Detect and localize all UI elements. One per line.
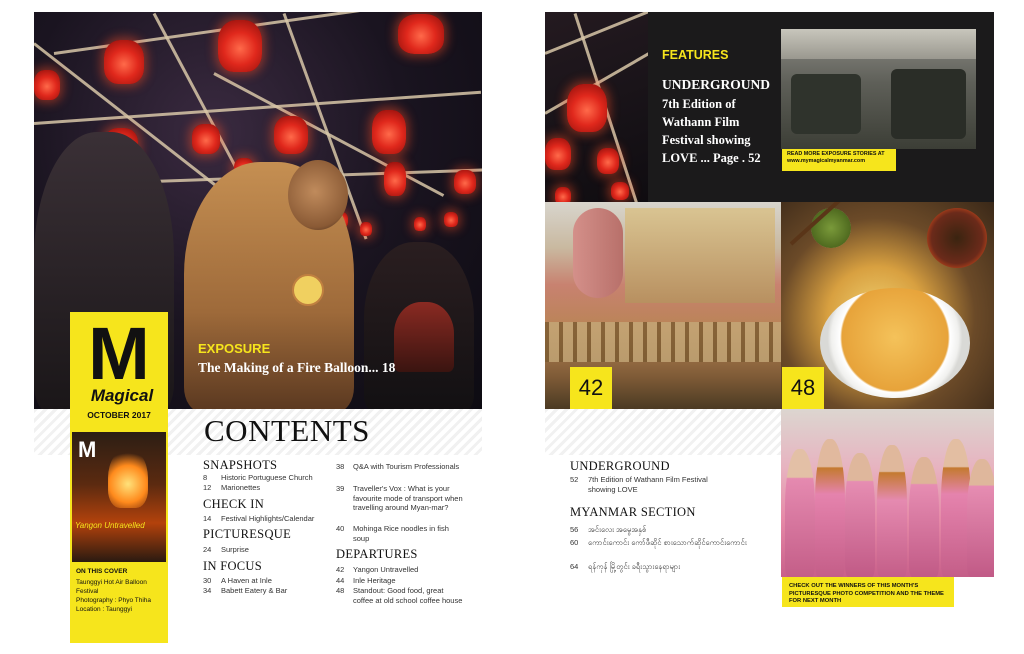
toc-page: 24 bbox=[203, 545, 212, 554]
toc-item[interactable]: ကောင်းကောင်း ကော်ဖီဆိုင် စားသောက်ဆိုင်ကေ… bbox=[588, 538, 748, 548]
section-departures[interactable]: DEPARTURES bbox=[336, 547, 418, 562]
toc-item[interactable]: A Haven at Inle bbox=[221, 576, 272, 586]
toc-page: 39 bbox=[336, 484, 345, 493]
features-label: FEATURES bbox=[662, 48, 729, 62]
on-this-cover-line: Location : Taunggyi bbox=[76, 606, 132, 613]
toc-page: 38 bbox=[336, 462, 345, 471]
section-snapshots[interactable]: SNAPSHOTS bbox=[203, 458, 277, 473]
page-number-badge: 48 bbox=[782, 367, 824, 409]
toc-item[interactable]: Standout: Good food, great coffee at old… bbox=[353, 586, 465, 605]
toc-item[interactable]: Festival Highlights/Calendar bbox=[221, 514, 314, 524]
on-this-cover-line: Photography : Phyo Thiha bbox=[76, 597, 152, 604]
features-line: LOVE ... Page . 52 bbox=[662, 151, 761, 165]
noodle-bowl bbox=[820, 288, 970, 398]
more-stories-text[interactable]: READ MORE EXPOSURE STORIES AT www.mymagi… bbox=[787, 151, 885, 165]
toc-item[interactable]: ရန်ကုန် မြို့တွင်း ခရီးသွားနေရာများ bbox=[588, 562, 748, 572]
toc-item[interactable]: အင်းလေး အမွေအနှစ် bbox=[588, 525, 748, 535]
toc-page: 44 bbox=[336, 576, 345, 585]
winners-note[interactable]: CHECK OUT THE WINNERS OF THIS MONTH'S PI… bbox=[789, 583, 954, 606]
toc-page: 56 bbox=[570, 525, 579, 534]
toc-page: 34 bbox=[203, 586, 212, 595]
toc-item[interactable]: Babett Eatery & Bar bbox=[221, 586, 287, 596]
toc-page: 48 bbox=[336, 586, 345, 595]
logo-letter: M bbox=[88, 312, 150, 395]
exposure-title: The Making of a Fire Balloon... 18 bbox=[198, 360, 396, 375]
page-number-badge: 42 bbox=[570, 367, 612, 409]
on-this-cover-title: ON THIS COVER bbox=[76, 568, 128, 575]
film-festival-photo[interactable] bbox=[781, 29, 976, 149]
toc-item[interactable]: Surprise bbox=[221, 545, 249, 555]
more-stories-line: READ MORE EXPOSURE STORIES AT bbox=[787, 151, 885, 157]
section-underground[interactable]: UNDERGROUND bbox=[570, 459, 670, 474]
toc-item[interactable]: Marionettes bbox=[221, 483, 260, 493]
features-line: Wathann Film bbox=[662, 115, 740, 129]
toc-page: 8 bbox=[203, 473, 208, 482]
section-picturesque[interactable]: PICTURESQUE bbox=[203, 527, 291, 542]
cover-thumb-label: Yangon Untravelled bbox=[75, 521, 145, 530]
flame-graphic bbox=[108, 448, 148, 508]
features-line: Festival showing bbox=[662, 133, 751, 147]
magazine-logo: M Magical OCTOBER 2017 bbox=[70, 312, 168, 428]
lanterns-photo bbox=[545, 12, 648, 202]
toc-page: 42 bbox=[336, 565, 345, 574]
on-this-cover-line: Taunggyi Hot Air Balloon bbox=[76, 579, 147, 586]
features-description: 7th Edition of Wathann Film Festival sho… bbox=[662, 95, 782, 167]
toc-item[interactable]: Historic Portuguese Church bbox=[221, 473, 313, 483]
exposure-label: EXPOSURE bbox=[198, 341, 271, 356]
toc-page: 40 bbox=[336, 524, 345, 533]
toc-page: 52 bbox=[570, 475, 579, 484]
features-line: 7th Edition of bbox=[662, 97, 736, 111]
novice-nuns-photo[interactable] bbox=[781, 409, 994, 577]
section-in-focus[interactable]: IN FOCUS bbox=[203, 559, 262, 574]
features-heading[interactable]: UNDERGROUND bbox=[662, 77, 770, 93]
logo-wordmark: Magical bbox=[90, 386, 154, 405]
toc-page: 30 bbox=[203, 576, 212, 585]
toc-item[interactable]: Inle Heritage bbox=[353, 576, 396, 586]
toc-page: 14 bbox=[203, 514, 212, 523]
issue-date: OCTOBER 2017 bbox=[87, 410, 151, 420]
more-stories-url[interactable]: www.mymagicalmyanmar.com bbox=[787, 158, 885, 165]
toc-item[interactable]: Q&A with Tourism Professionals bbox=[353, 462, 463, 472]
section-check-in[interactable]: CHECK IN bbox=[203, 497, 264, 512]
toc-item[interactable]: Yangon Untravelled bbox=[353, 565, 418, 575]
toc-page: 12 bbox=[203, 483, 212, 492]
right-stripe-band bbox=[545, 409, 781, 455]
on-this-cover-line: Festival bbox=[76, 588, 99, 595]
toc-item[interactable]: Mohinga Rice noodles in fish soup bbox=[353, 524, 463, 543]
toc-page: 64 bbox=[570, 562, 579, 571]
toc-item[interactable]: 7th Edition of Wathann Film Festival sho… bbox=[588, 475, 728, 494]
section-myanmar[interactable]: MYANMAR SECTION bbox=[570, 505, 696, 520]
toc-item[interactable]: Traveller's Vox : What is your favourite… bbox=[353, 484, 465, 513]
toc-page: 60 bbox=[570, 538, 579, 547]
contents-heading: CONTENTS bbox=[204, 413, 370, 448]
cover-thumb-logo: M bbox=[78, 437, 97, 462]
